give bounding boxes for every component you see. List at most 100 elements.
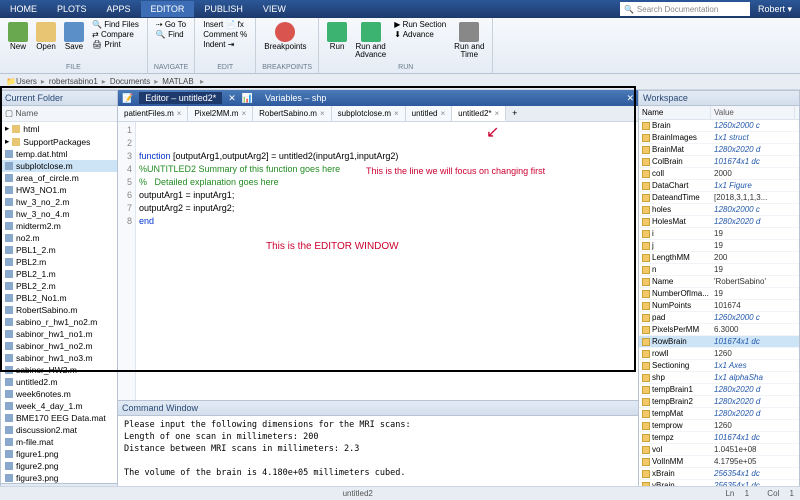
find-files-button[interactable]: 🔍 Find Files bbox=[90, 20, 141, 29]
workspace-var[interactable]: tempBrain11280x2020 d bbox=[639, 384, 799, 396]
breakpoints-button[interactable]: Breakpoints bbox=[262, 20, 308, 53]
workspace-var[interactable]: Sectioning1x1 Axes bbox=[639, 360, 799, 372]
file-row[interactable]: m-file.mat bbox=[1, 436, 117, 448]
file-list[interactable]: ▢ Name ▸ html▸ SupportPackages temp.dat.… bbox=[1, 106, 117, 483]
file-row[interactable]: HW3_NO1.m bbox=[1, 184, 117, 196]
file-tab[interactable]: untitled2*× bbox=[452, 106, 506, 121]
workspace-var[interactable]: i19 bbox=[639, 228, 799, 240]
menu-tab-apps[interactable]: APPS bbox=[97, 1, 141, 17]
workspace-var[interactable]: n19 bbox=[639, 264, 799, 276]
close-icon[interactable]: × bbox=[177, 109, 182, 118]
code-area[interactable]: function [outputArg1,outputArg2] = untit… bbox=[136, 122, 638, 400]
comment-button[interactable]: Comment % bbox=[201, 30, 249, 39]
menu-tab-editor[interactable]: EDITOR bbox=[141, 1, 195, 17]
variables-tab[interactable]: Variables – shp bbox=[259, 92, 332, 104]
file-row[interactable]: PBL2.m bbox=[1, 256, 117, 268]
workspace-var[interactable]: shp1x1 alphaSha bbox=[639, 372, 799, 384]
menu-tab-plots[interactable]: PLOTS bbox=[47, 1, 97, 17]
file-row[interactable]: sabinor_hw1_no2.m bbox=[1, 340, 117, 352]
new-button[interactable]: New bbox=[6, 20, 30, 53]
workspace-var[interactable]: holes1280x2000 c bbox=[639, 204, 799, 216]
file-row[interactable]: figure2.png bbox=[1, 460, 117, 472]
file-row[interactable]: ▸ SupportPackages bbox=[1, 135, 117, 148]
workspace-var[interactable]: Name'RobertSabino' bbox=[639, 276, 799, 288]
workspace-var[interactable]: pad1260x2000 c bbox=[639, 312, 799, 324]
file-row[interactable]: discussion2.mat bbox=[1, 424, 117, 436]
close-icon[interactable]: × bbox=[440, 109, 445, 118]
file-row[interactable]: sabinor_hw1_no1.m bbox=[1, 328, 117, 340]
editor-tab[interactable]: Editor – untitled2* bbox=[139, 92, 222, 104]
file-row[interactable]: BME170 EEG Data.mat bbox=[1, 412, 117, 424]
file-row[interactable]: sabino_r_hw1_no2.m bbox=[1, 316, 117, 328]
file-row[interactable]: PBL2_1.m bbox=[1, 268, 117, 280]
compare-button[interactable]: ⇄ Compare bbox=[90, 30, 141, 39]
file-row[interactable]: subplotclose.m bbox=[1, 160, 117, 172]
file-row[interactable]: sabinor_hw1_no3.m bbox=[1, 352, 117, 364]
menu-tab-view[interactable]: VIEW bbox=[253, 1, 296, 17]
user-menu[interactable]: Robert ▾ bbox=[750, 4, 800, 15]
workspace-var[interactable]: j19 bbox=[639, 240, 799, 252]
file-row[interactable]: PBL1_2.m bbox=[1, 244, 117, 256]
file-row[interactable]: area_of_circle.m bbox=[1, 172, 117, 184]
save-button[interactable]: Save bbox=[62, 20, 86, 53]
close-icon[interactable]: ✕ bbox=[228, 93, 236, 104]
breadcrumb-seg[interactable]: robertsabino1 bbox=[49, 77, 98, 86]
new-tab-button[interactable]: + bbox=[506, 106, 523, 121]
menu-tab-home[interactable]: HOME bbox=[0, 1, 47, 17]
file-row[interactable]: hw_3_no_4.m bbox=[1, 208, 117, 220]
editor-area[interactable]: 12345678 function [outputArg1,outputArg2… bbox=[118, 122, 638, 400]
menu-tab-publish[interactable]: PUBLISH bbox=[194, 1, 253, 17]
run-time-button[interactable]: Run and Time bbox=[452, 20, 486, 61]
workspace-var[interactable]: NumPoints101674 bbox=[639, 300, 799, 312]
run-advance-button[interactable]: Run and Advance bbox=[353, 20, 388, 61]
indent-button[interactable]: Indent ⇥ bbox=[201, 40, 249, 49]
run-button[interactable]: Run bbox=[325, 20, 349, 61]
workspace-var[interactable]: temprow1260 bbox=[639, 420, 799, 432]
advance-button[interactable]: ⬇ Advance bbox=[392, 30, 448, 39]
workspace-var[interactable]: VolInMM4.1795e+05 bbox=[639, 456, 799, 468]
insert-button[interactable]: Insert 📄 fx bbox=[201, 20, 249, 29]
close-icon[interactable]: × bbox=[241, 109, 246, 118]
file-tab[interactable]: patientFiles.m× bbox=[118, 106, 188, 121]
workspace-var[interactable]: ColBrain101674x1 dc bbox=[639, 156, 799, 168]
file-row[interactable]: week_4_day_1.m bbox=[1, 400, 117, 412]
close-icon[interactable]: × bbox=[495, 109, 500, 118]
workspace-var[interactable]: NumberOfIma...19 bbox=[639, 288, 799, 300]
breadcrumb-seg[interactable]: Users bbox=[16, 77, 37, 86]
workspace-var[interactable]: tempBrain21280x2020 d bbox=[639, 396, 799, 408]
workspace-var[interactable]: RowBrain101674x1 dc bbox=[639, 336, 799, 348]
workspace-var[interactable]: BrainImages1x1 struct bbox=[639, 132, 799, 144]
close-icon[interactable]: ✕ bbox=[626, 93, 634, 104]
run-section-button[interactable]: ▶ Run Section bbox=[392, 20, 448, 29]
workspace-var[interactable]: rowll1260 bbox=[639, 348, 799, 360]
file-row[interactable]: week6notes.m bbox=[1, 388, 117, 400]
file-row[interactable]: figure3.png bbox=[1, 472, 117, 483]
search-box[interactable]: 🔍 Search Documentation bbox=[620, 2, 750, 16]
workspace-var[interactable]: vol1.0451e+08 bbox=[639, 444, 799, 456]
file-row[interactable]: PBL2_No1.m bbox=[1, 292, 117, 304]
workspace-var[interactable]: Brain1260x2000 c bbox=[639, 120, 799, 132]
file-tab[interactable]: RobertSabino.m× bbox=[253, 106, 331, 121]
workspace-var[interactable]: coll2000 bbox=[639, 168, 799, 180]
workspace-var[interactable]: HolesMat1280x2020 d bbox=[639, 216, 799, 228]
print-button[interactable]: 🖨 Print bbox=[90, 40, 141, 49]
workspace-var[interactable]: tempMat1280x2020 d bbox=[639, 408, 799, 420]
file-row[interactable]: midterm2.m bbox=[1, 220, 117, 232]
workspace-header[interactable]: Name Value bbox=[639, 106, 799, 120]
file-row[interactable]: figure1.png bbox=[1, 448, 117, 460]
close-icon[interactable]: × bbox=[394, 109, 399, 118]
file-tab[interactable]: untitled× bbox=[406, 106, 452, 121]
workspace-var[interactable]: BrainMat1280x2020 d bbox=[639, 144, 799, 156]
open-button[interactable]: Open bbox=[34, 20, 58, 53]
file-tab[interactable]: subplotclose.m× bbox=[332, 106, 406, 121]
breadcrumb[interactable]: 📁 Users▸robertsabino1▸Documents▸MATLAB ▸ bbox=[0, 74, 800, 90]
file-row[interactable]: no2.m bbox=[1, 232, 117, 244]
goto-button[interactable]: ⇢ Go To bbox=[154, 20, 188, 29]
breadcrumb-seg[interactable]: MATLAB bbox=[162, 77, 193, 86]
workspace-var[interactable]: PixelsPerMM6.3000 bbox=[639, 324, 799, 336]
workspace-var[interactable]: DataChart1x1 Figure bbox=[639, 180, 799, 192]
breadcrumb-seg[interactable]: Documents bbox=[110, 77, 150, 86]
workspace-grid[interactable]: Name Value Brain1260x2000 cBrainImages1x… bbox=[639, 106, 799, 499]
file-row[interactable]: untitled2.m bbox=[1, 376, 117, 388]
file-row[interactable]: RobertSabino.m bbox=[1, 304, 117, 316]
